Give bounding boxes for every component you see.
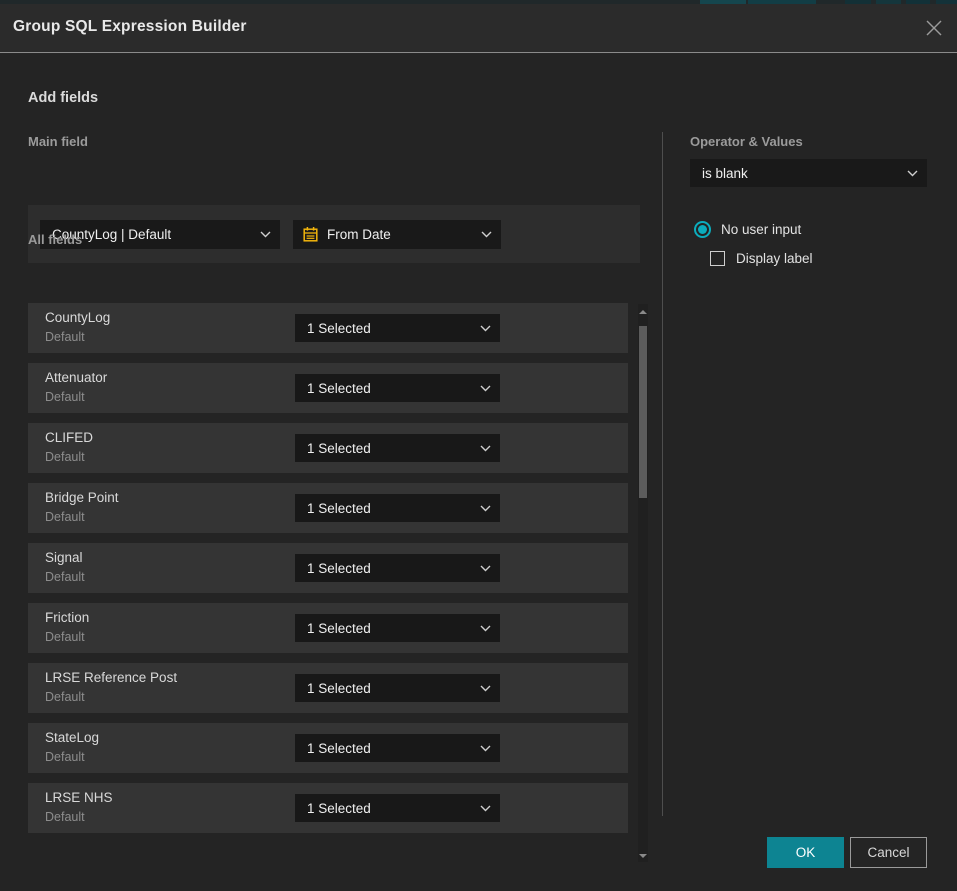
field-name: LRSE NHS (45, 790, 113, 805)
field-selected-value: 1 Selected (307, 561, 480, 576)
scroll-up-arrow-icon[interactable] (639, 310, 647, 314)
screen: Group SQL Expression Builder Add fields … (0, 0, 957, 891)
chevron-down-icon (480, 445, 491, 452)
operator-value: is blank (702, 166, 907, 181)
field-subtitle: Default (45, 810, 85, 824)
operator-values-heading: Operator & Values (690, 134, 803, 149)
all-fields-scrollbar[interactable] (638, 304, 648, 862)
main-field-field-dropdown[interactable]: From Date (293, 220, 501, 249)
panel-divider (662, 132, 663, 816)
main-field-heading: Main field (28, 134, 88, 149)
field-name: LRSE Reference Post (45, 670, 177, 685)
chevron-down-icon (260, 231, 271, 238)
dialog-header: Group SQL Expression Builder (0, 4, 957, 53)
chevron-down-icon (480, 685, 491, 692)
main-field-panel: CountyLog | Default (28, 205, 640, 263)
field-selected-dropdown[interactable]: 1 Selected (295, 794, 500, 822)
field-selected-dropdown[interactable]: 1 Selected (295, 674, 500, 702)
display-label-label: Display label (736, 251, 813, 266)
field-name: Signal (45, 550, 83, 565)
dialog-title: Group SQL Expression Builder (13, 18, 247, 36)
field-selected-value: 1 Selected (307, 501, 480, 516)
field-selected-value: 1 Selected (307, 741, 480, 756)
chevron-down-icon (480, 745, 491, 752)
field-selected-dropdown[interactable]: 1 Selected (295, 554, 500, 582)
scroll-down-arrow-icon[interactable] (639, 854, 647, 858)
chevron-down-icon (480, 625, 491, 632)
field-name: StateLog (45, 730, 99, 745)
chevron-down-icon (480, 505, 491, 512)
dialog-body: Add fields Main field CountyLog | Defaul… (0, 54, 957, 891)
chevron-down-icon (480, 565, 491, 572)
field-name: Attenuator (45, 370, 107, 385)
scrollbar-thumb[interactable] (639, 326, 647, 498)
field-subtitle: Default (45, 390, 85, 404)
main-field-source-value: CountyLog | Default (52, 227, 260, 242)
field-selected-dropdown[interactable]: 1 Selected (295, 434, 500, 462)
field-subtitle: Default (45, 630, 85, 644)
field-subtitle: Default (45, 330, 85, 344)
group-sql-expression-builder-dialog: Group SQL Expression Builder Add fields … (0, 4, 957, 891)
chevron-down-icon (907, 170, 918, 177)
field-selected-dropdown[interactable]: 1 Selected (295, 374, 500, 402)
field-selected-dropdown[interactable]: 1 Selected (295, 734, 500, 762)
field-row: StateLog Default 1 Selected (28, 723, 628, 773)
field-selected-dropdown[interactable]: 1 Selected (295, 614, 500, 642)
main-field-field-value: From Date (327, 227, 481, 242)
no-user-input-label: No user input (721, 222, 801, 237)
chevron-down-icon (480, 385, 491, 392)
field-selected-value: 1 Selected (307, 681, 480, 696)
field-row: Signal Default 1 Selected (28, 543, 628, 593)
operator-dropdown[interactable]: is blank (690, 159, 927, 187)
field-row: LRSE Reference Post Default 1 Selected (28, 663, 628, 713)
field-selected-value: 1 Selected (307, 801, 480, 816)
field-row: Attenuator Default 1 Selected (28, 363, 628, 413)
chevron-down-icon (480, 325, 491, 332)
field-subtitle: Default (45, 510, 85, 524)
field-name: Bridge Point (45, 490, 119, 505)
field-selected-value: 1 Selected (307, 621, 480, 636)
field-selected-dropdown[interactable]: 1 Selected (295, 314, 500, 342)
field-subtitle: Default (45, 570, 85, 584)
field-subtitle: Default (45, 750, 85, 764)
field-subtitle: Default (45, 690, 85, 704)
chevron-down-icon (481, 231, 492, 238)
field-subtitle: Default (45, 450, 85, 464)
chevron-down-icon (480, 805, 491, 812)
field-row: LRSE NHS Default 1 Selected (28, 783, 628, 833)
display-label-checkbox[interactable]: Display label (710, 251, 813, 266)
calendar-icon (302, 226, 319, 243)
field-selected-value: 1 Selected (307, 441, 480, 456)
field-row: Bridge Point Default 1 Selected (28, 483, 628, 533)
ok-button[interactable]: OK (767, 837, 844, 868)
radio-selected-icon (694, 221, 711, 238)
field-name: CLIFED (45, 430, 93, 445)
field-selected-value: 1 Selected (307, 321, 480, 336)
all-fields-list: CountyLog Default 1 Selected Attenuator … (28, 303, 628, 843)
checkbox-unchecked-icon (710, 251, 725, 266)
cancel-button[interactable]: Cancel (850, 837, 927, 868)
field-row: CountyLog Default 1 Selected (28, 303, 628, 353)
no-user-input-radio[interactable]: No user input (694, 221, 801, 238)
field-name: Friction (45, 610, 89, 625)
add-fields-heading: Add fields (28, 90, 98, 106)
close-icon[interactable] (924, 18, 944, 38)
field-name: CountyLog (45, 310, 110, 325)
field-row: Friction Default 1 Selected (28, 603, 628, 653)
all-fields-heading: All fields (28, 232, 82, 247)
field-selected-value: 1 Selected (307, 381, 480, 396)
field-selected-dropdown[interactable]: 1 Selected (295, 494, 500, 522)
field-row: CLIFED Default 1 Selected (28, 423, 628, 473)
